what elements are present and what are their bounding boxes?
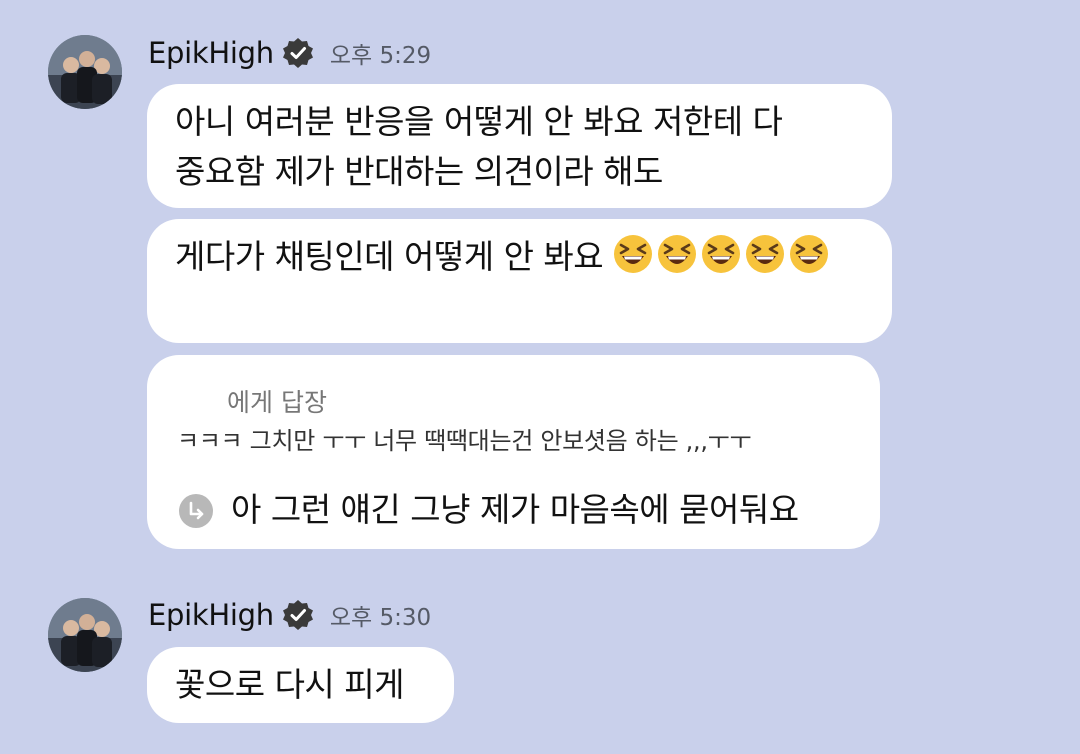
- sender-name[interactable]: EpikHigh: [148, 598, 274, 632]
- grinning-squinting-face-icon: [613, 234, 653, 274]
- avatar[interactable]: [48, 598, 122, 672]
- message-bubble[interactable]: 아니 여러분 반응을 어떻게 안 봐요 저한테 다 중요함 제가 반대하는 의견…: [147, 84, 892, 208]
- sender-name[interactable]: EpikHigh: [148, 36, 274, 70]
- timestamp: 오후 5:29: [329, 43, 432, 69]
- grinning-squinting-face-icon: [701, 234, 741, 274]
- verified-badge-icon: [282, 37, 314, 69]
- message-header: EpikHigh 오후 5:29: [148, 33, 431, 73]
- timestamp: 오후 5:30: [329, 605, 432, 631]
- quoted-message[interactable]: ㅋㅋㅋ 그치만 ㅜㅜ 너무 땍땍대는건 안보셧음 하는 ,,,ㅜㅜ: [177, 421, 752, 456]
- grinning-squinting-face-icon: [657, 234, 697, 274]
- message-text: 아 그런 얘긴 그냥 제가 마음속에 묻어둬요: [231, 490, 799, 529]
- message-text: 게다가 채팅인데 어떻게 안 봐요: [175, 232, 864, 282]
- message-text: 아니 여러분 반응을 어떻게 안 봐요 저한테 다 중요함 제가 반대하는 의견…: [175, 102, 783, 191]
- reply-arrow-icon: [179, 494, 213, 528]
- avatar[interactable]: [48, 35, 122, 109]
- message-bubble[interactable]: 꽃으로 다시 피게: [147, 647, 454, 723]
- message-bubble[interactable]: 게다가 채팅인데 어떻게 안 봐요: [147, 219, 892, 343]
- message-header: EpikHigh 오후 5:30: [148, 595, 431, 635]
- grinning-squinting-face-icon: [789, 234, 829, 274]
- grinning-squinting-face-icon: [745, 234, 785, 274]
- reply-message-bubble[interactable]: 에게 답장 ㅋㅋㅋ 그치만 ㅜㅜ 너무 땍땍대는건 안보셧음 하는 ,,,ㅜㅜ …: [147, 355, 880, 549]
- verified-badge-icon: [282, 599, 314, 631]
- message-text: 꽃으로 다시 피게: [175, 665, 405, 704]
- reply-label: 에게 답장: [227, 388, 327, 417]
